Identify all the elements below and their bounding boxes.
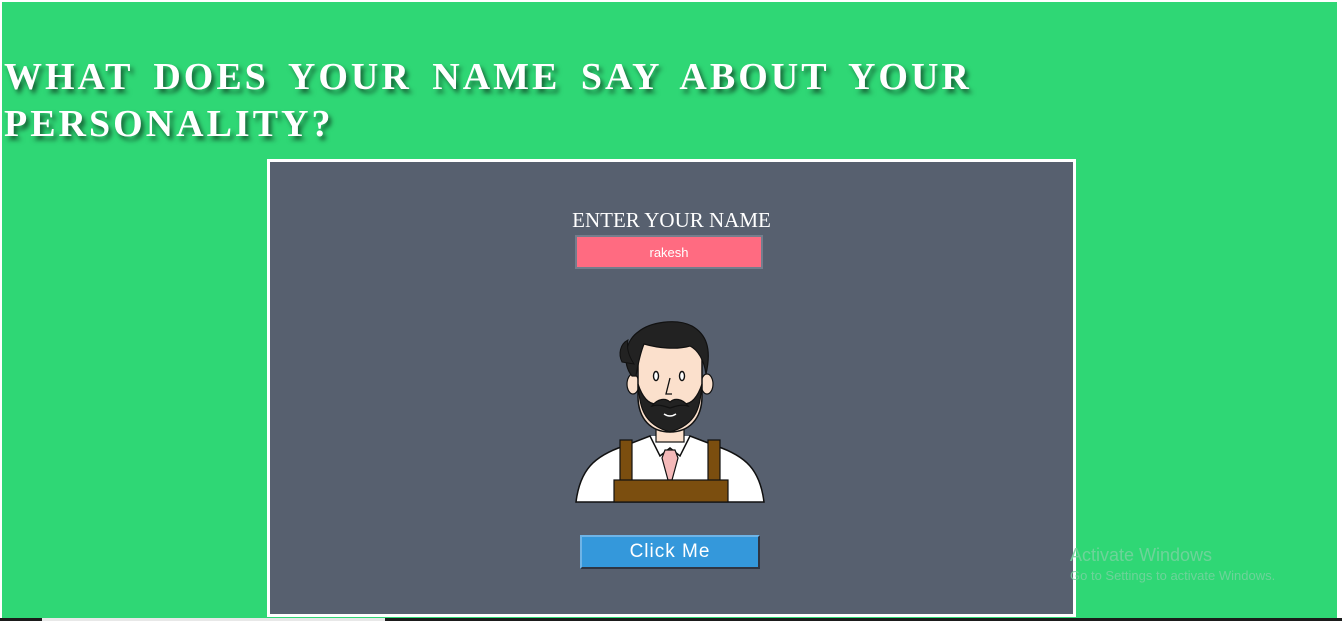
activate-windows-watermark: Activate Windows Go to Settings to activ… <box>1070 543 1275 585</box>
page-title: WHAT DOES YOUR NAME SAY ABOUT YOUR PERSO… <box>4 56 972 145</box>
click-me-button[interactable]: Click Me <box>580 535 760 569</box>
name-label: ENTER YOUR NAME <box>572 208 771 232</box>
watermark-title: Activate Windows <box>1070 545 1213 565</box>
watermark-subtitle: Go to Settings to activate Windows. <box>1070 568 1276 583</box>
name-input[interactable] <box>575 235 763 269</box>
page-background: WHAT DOES YOUR NAME SAY ABOUT YOUR PERSO… <box>2 2 1337 618</box>
name-form-card: ENTER YOUR NAME rakesh Click Me <box>267 159 1076 617</box>
bearded-man-apron-icon <box>575 321 765 503</box>
